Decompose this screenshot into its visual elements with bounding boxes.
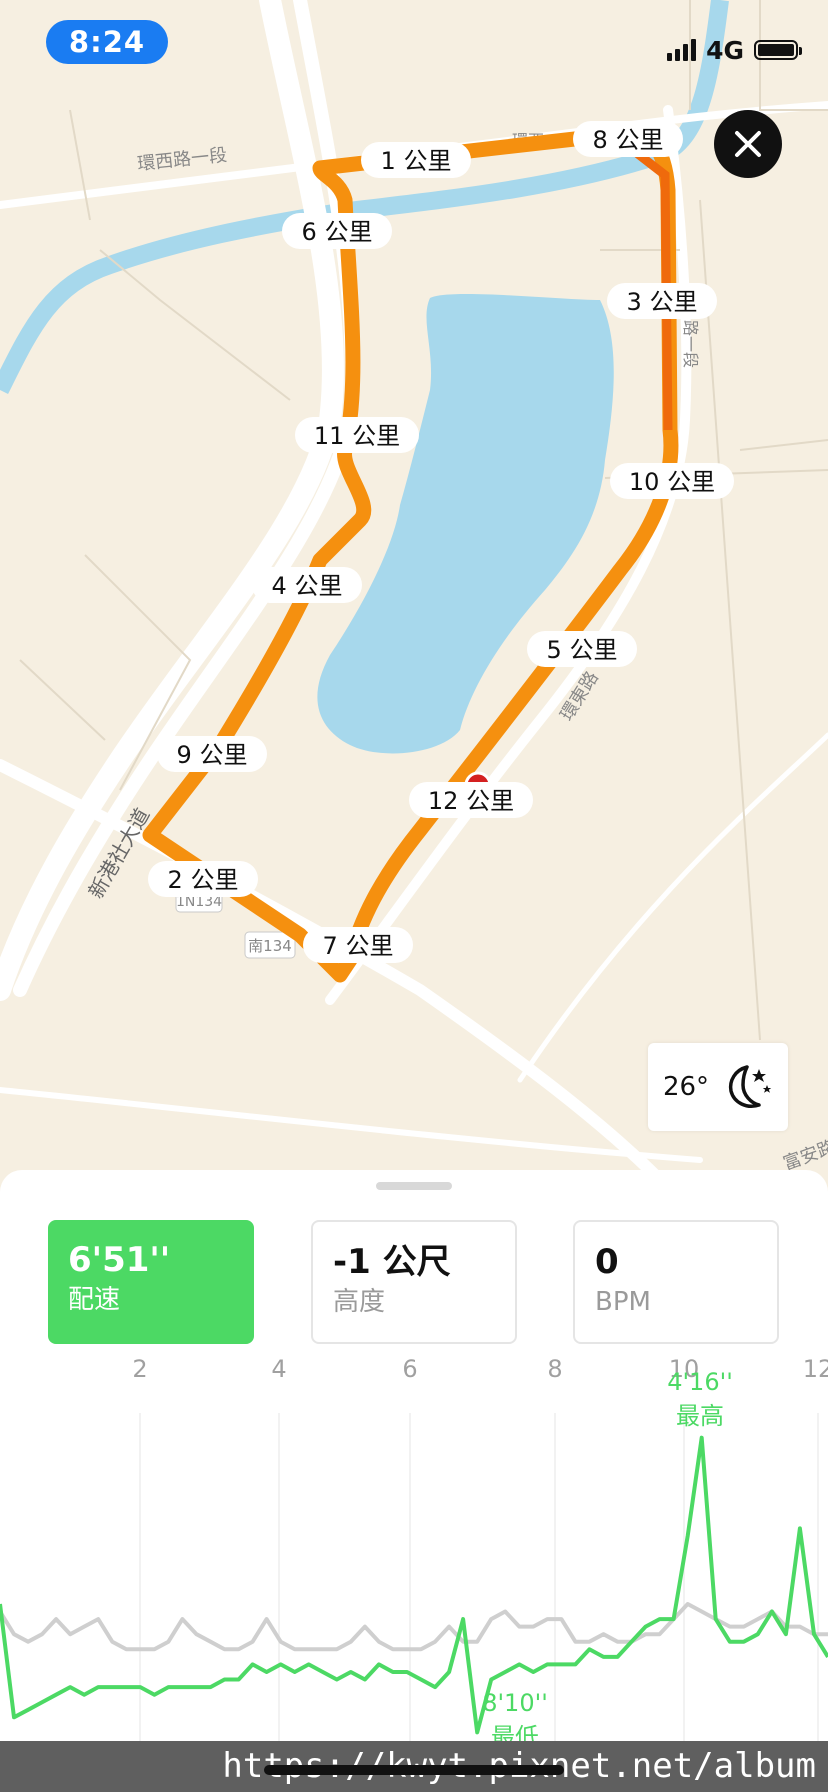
km-marker-label: 3 公里 bbox=[627, 288, 698, 316]
street-label-road-section: 路一段 bbox=[681, 320, 700, 368]
signal-icon bbox=[667, 39, 697, 61]
comparison-series-line bbox=[0, 1602, 828, 1652]
metric-value-heart-rate: 0 bbox=[595, 1242, 619, 1282]
metric-value-pace: 6'51'' bbox=[68, 1240, 171, 1280]
km-marker: 9 公里 bbox=[157, 736, 267, 772]
km-marker: 1 公里 bbox=[361, 142, 471, 178]
km-marker-label: 1 公里 bbox=[381, 147, 452, 175]
km-marker: 2 公里 bbox=[148, 861, 258, 897]
km-marker: 10 公里 bbox=[610, 463, 734, 499]
km-marker: 4 公里 bbox=[252, 567, 362, 603]
metric-label-pace: 配速 bbox=[68, 1285, 121, 1315]
metric-value-elevation: -1 公尺 bbox=[333, 1242, 451, 1282]
km-marker-label: 5 公里 bbox=[547, 636, 618, 664]
road-badge-nan134: 南134 bbox=[248, 937, 292, 955]
km-marker: 8 公里 bbox=[573, 121, 683, 157]
battery-icon bbox=[754, 40, 802, 60]
annotation-value: 8'10'' bbox=[482, 1689, 548, 1717]
sheet-grabber[interactable] bbox=[376, 1182, 452, 1190]
x-tick-label: 8 bbox=[547, 1355, 562, 1383]
moon-stars-icon bbox=[728, 1065, 772, 1108]
network-type: 4G bbox=[706, 35, 744, 65]
pace-series-line bbox=[0, 1435, 828, 1735]
metric-label-elevation: 高度 bbox=[333, 1287, 386, 1317]
weather-widget: 26° bbox=[648, 1043, 788, 1131]
x-tick-label: 12 bbox=[803, 1355, 828, 1383]
km-marker-label: 12 公里 bbox=[428, 787, 514, 815]
x-tick-label: 6 bbox=[402, 1355, 417, 1383]
km-marker-label: 2 公里 bbox=[168, 866, 239, 894]
annotation-value: 4'16'' bbox=[667, 1368, 733, 1396]
km-marker: 3 公里 bbox=[607, 283, 717, 319]
pace-chart[interactable]: 2 4 6 8 10 12 4'16''最高8'10''最低 bbox=[0, 1345, 828, 1792]
x-tick-label: 2 bbox=[132, 1355, 147, 1383]
metric-label-heart-rate: BPM bbox=[595, 1287, 651, 1317]
km-marker-label: 6 公里 bbox=[302, 218, 373, 246]
km-marker: 6 公里 bbox=[282, 213, 392, 249]
close-icon bbox=[735, 131, 761, 157]
km-marker-label: 9 公里 bbox=[177, 741, 248, 769]
km-marker: 12 公里 bbox=[409, 782, 533, 818]
km-marker-label: 10 公里 bbox=[629, 468, 715, 496]
km-marker: 7 公里 bbox=[303, 927, 413, 963]
route-map[interactable]: 1N134 南134 環西路一段 環東路 環西 新港社大道 路一段 富安路 1 … bbox=[0, 0, 828, 1180]
metric-card-elevation[interactable]: -1 公尺 高度 bbox=[311, 1220, 517, 1344]
annotation-label: 最高 bbox=[676, 1402, 724, 1430]
x-tick-label: 4 bbox=[271, 1355, 286, 1383]
metric-card-heart-rate[interactable]: 0 BPM bbox=[573, 1220, 779, 1344]
km-marker: 5 公里 bbox=[527, 631, 637, 667]
km-marker-label: 7 公里 bbox=[323, 932, 394, 960]
metric-card-pace[interactable]: 6'51'' 配速 bbox=[48, 1220, 254, 1344]
status-indicators: 4G bbox=[667, 30, 802, 70]
km-marker-label: 8 公里 bbox=[593, 126, 664, 154]
status-time: 8:24 bbox=[46, 20, 168, 64]
km-marker: 11 公里 bbox=[295, 417, 419, 453]
close-button[interactable] bbox=[714, 110, 782, 178]
home-indicator[interactable] bbox=[264, 1765, 564, 1775]
km-marker-label: 11 公里 bbox=[314, 422, 400, 450]
weather-temperature: 26° bbox=[662, 1072, 710, 1102]
km-marker-label: 4 公里 bbox=[272, 572, 343, 600]
